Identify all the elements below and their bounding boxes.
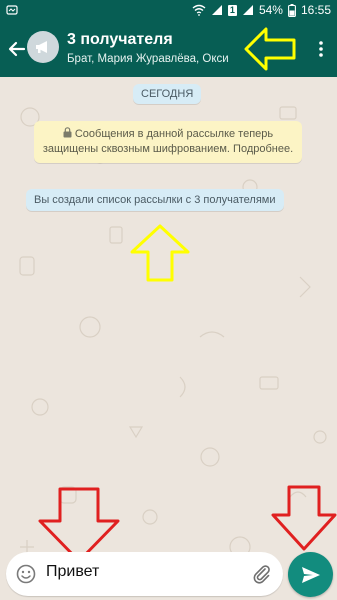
notification-icon: [6, 5, 18, 15]
battery-percent: 54%: [258, 3, 283, 17]
yellow-arrow-up-annotation: [130, 224, 190, 282]
status-bar: 1 54% 16:55: [0, 0, 337, 22]
emoji-button[interactable]: [16, 564, 36, 584]
wifi-icon: [192, 4, 206, 16]
send-icon: [301, 566, 320, 583]
broadcast-created-message: Вы создали список рассылки с 3 получател…: [26, 189, 284, 211]
megaphone-icon: [36, 41, 47, 53]
clock: 16:55: [300, 3, 331, 17]
message-input[interactable]: [46, 563, 246, 581]
back-button[interactable]: [4, 36, 30, 62]
battery-icon: [288, 3, 296, 17]
lock-icon: [63, 127, 72, 138]
more-vertical-icon: [319, 41, 323, 57]
encryption-notice[interactable]: Сообщения в данной рассылке теперь защищ…: [34, 121, 302, 163]
red-arrow-down-annotation: [271, 485, 337, 551]
yellow-arrow-left-annotation: [244, 27, 296, 71]
chat-title[interactable]: 3 получателя: [67, 31, 173, 49]
date-separator: СЕГОДНЯ: [133, 84, 202, 104]
chat-screen: 1 54% 16:55 3 получателя Брат, Мария Жур…: [0, 0, 337, 600]
broadcast-avatar[interactable]: [27, 31, 59, 63]
signal-icon: [211, 5, 222, 15]
signal-icon: [242, 5, 253, 15]
attach-button[interactable]: [251, 563, 273, 585]
send-button[interactable]: [288, 552, 333, 597]
arrow-left-icon: [8, 41, 26, 57]
emoji-icon: [16, 564, 36, 584]
chat-recipients[interactable]: Брат, Мария Журавлёва, Окси: [67, 53, 229, 65]
paperclip-icon: [253, 565, 270, 584]
more-options-button[interactable]: [313, 38, 329, 60]
sim-badge: 1: [227, 4, 237, 16]
message-composer: [6, 552, 283, 596]
encryption-notice-text: Сообщения в данной рассылке теперь защищ…: [42, 128, 294, 155]
